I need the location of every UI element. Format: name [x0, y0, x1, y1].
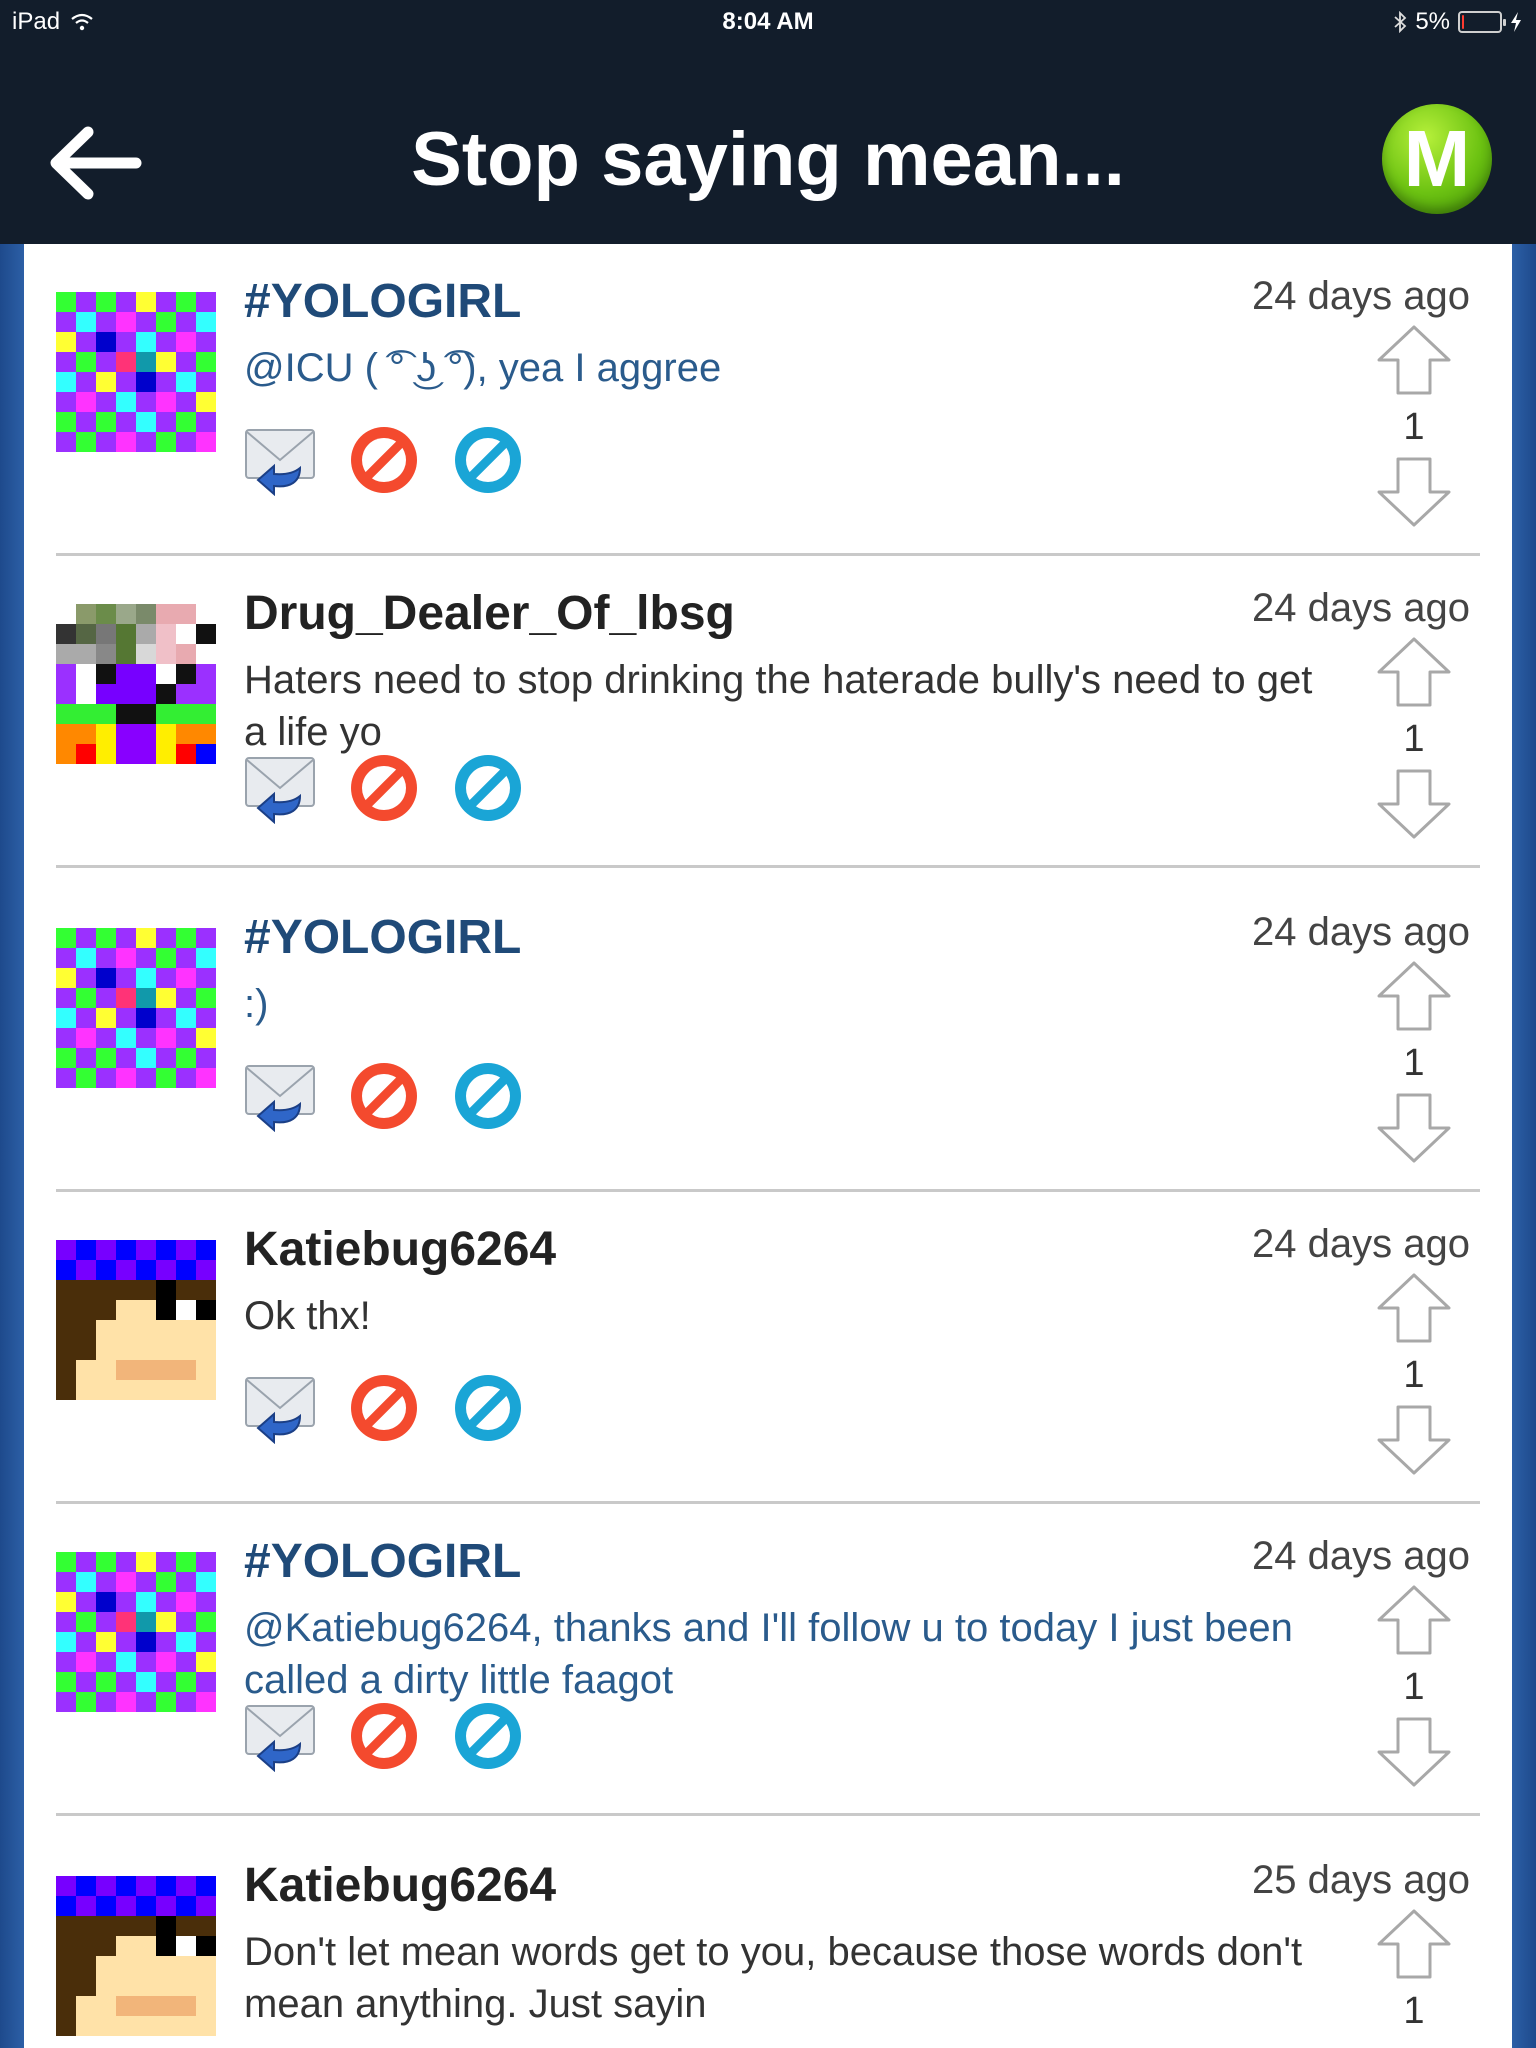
downvote-arrow-icon[interactable] — [1376, 1716, 1452, 1788]
comment-timestamp: 24 days ago — [1252, 586, 1470, 630]
upvote-arrow-icon[interactable] — [1376, 960, 1452, 1032]
clock: 8:04 AM — [722, 8, 814, 35]
vote-count: 1 — [1403, 718, 1425, 760]
comment-username[interactable]: Katiebug6264 — [244, 1858, 556, 1913]
comment-text: @Katiebug6264, thanks and I'll follow u … — [244, 1606, 1293, 1702]
user-avatar[interactable] — [56, 1552, 216, 1712]
user-avatar[interactable] — [56, 604, 216, 764]
vote-count: 1 — [1403, 406, 1425, 448]
reply-icon[interactable] — [244, 1700, 316, 1772]
charging-bolt-icon — [1511, 12, 1521, 32]
battery-icon — [1458, 11, 1506, 33]
comment-item: Drug_Dealer_Of_lbsg Haters need to stop … — [56, 556, 1480, 868]
comment-username[interactable]: Drug_Dealer_Of_lbsg — [244, 586, 735, 641]
reply-icon[interactable] — [244, 752, 316, 824]
comment-text: :) — [244, 982, 269, 1026]
comment-username[interactable]: #YOLOGIRL — [244, 274, 521, 329]
comment-timestamp: 24 days ago — [1252, 1222, 1470, 1266]
vote-count: 1 — [1403, 1354, 1425, 1396]
nav-bar: Stop saying mean... M — [0, 44, 1536, 244]
comment-text: Ok thx! — [244, 1294, 371, 1338]
battery-percent: 5% — [1415, 8, 1450, 35]
user-avatar[interactable] — [56, 1240, 216, 1400]
block-icon[interactable] — [348, 1060, 420, 1132]
comment-text: Don't let mean words get to you, because… — [244, 1930, 1303, 2026]
block-icon[interactable] — [348, 1372, 420, 1444]
bluetooth-icon — [1394, 11, 1407, 33]
comment-username[interactable]: #YOLOGIRL — [244, 1534, 521, 1589]
block-icon[interactable] — [348, 1700, 420, 1772]
comment-timestamp: 25 days ago — [1252, 1858, 1470, 1902]
back-button[interactable] — [44, 118, 144, 208]
reply-icon[interactable] — [244, 1060, 316, 1132]
comment-username[interactable]: #YOLOGIRL — [244, 910, 521, 965]
upvote-arrow-icon[interactable] — [1376, 1272, 1452, 1344]
comment-timestamp: 24 days ago — [1252, 1534, 1470, 1578]
user-avatar[interactable] — [56, 928, 216, 1088]
app-logo-button[interactable]: M — [1382, 104, 1492, 214]
comment-item: #YOLOGIRL @Katiebug6264, thanks and I'll… — [56, 1504, 1480, 1816]
downvote-arrow-icon[interactable] — [1376, 1092, 1452, 1164]
user-avatar[interactable] — [56, 1876, 216, 2036]
downvote-arrow-icon[interactable] — [1376, 456, 1452, 528]
comment-text: Haters need to stop drinking the haterad… — [244, 658, 1313, 754]
downvote-arrow-icon[interactable] — [1376, 1404, 1452, 1476]
comment-item: Katiebug6264 Don't let mean words get to… — [56, 1828, 1480, 2048]
report-icon[interactable] — [452, 424, 524, 496]
vote-count: 1 — [1403, 1990, 1425, 2032]
comment-item: Katiebug6264 Ok thx! 24 days ago 1 — [56, 1192, 1480, 1504]
comment-text: @ICU ( ͡° ͜ʖ ͡°), yea I aggree — [244, 346, 722, 390]
block-icon[interactable] — [348, 752, 420, 824]
comment-item: #YOLOGIRL @ICU ( ͡° ͜ʖ ͡°), yea I aggree… — [56, 244, 1480, 556]
comment-list: #YOLOGIRL @ICU ( ͡° ͜ʖ ͡°), yea I aggree… — [24, 244, 1512, 2048]
back-arrow-icon — [50, 126, 142, 200]
reply-icon[interactable] — [244, 424, 316, 496]
logo-letter: M — [1403, 114, 1471, 203]
vote-count: 1 — [1403, 1666, 1425, 1708]
reply-icon[interactable] — [244, 1372, 316, 1444]
upvote-arrow-icon[interactable] — [1376, 1908, 1452, 1980]
status-bar: iPad 8:04 AM 5% — [0, 0, 1536, 44]
comment-timestamp: 24 days ago — [1252, 910, 1470, 954]
upvote-arrow-icon[interactable] — [1376, 324, 1452, 396]
report-icon[interactable] — [452, 1700, 524, 1772]
comment-username[interactable]: Katiebug6264 — [244, 1222, 556, 1277]
upvote-arrow-icon[interactable] — [1376, 636, 1452, 708]
comment-item: #YOLOGIRL :) 24 days ago 1 — [56, 880, 1480, 1192]
page-title: Stop saying mean... — [411, 117, 1125, 202]
comment-timestamp: 24 days ago — [1252, 274, 1470, 318]
vote-count: 1 — [1403, 1042, 1425, 1084]
user-avatar[interactable] — [56, 292, 216, 452]
upvote-arrow-icon[interactable] — [1376, 1584, 1452, 1656]
report-icon[interactable] — [452, 752, 524, 824]
block-icon[interactable] — [348, 424, 420, 496]
report-icon[interactable] — [452, 1372, 524, 1444]
downvote-arrow-icon[interactable] — [1376, 768, 1452, 840]
report-icon[interactable] — [452, 1060, 524, 1132]
